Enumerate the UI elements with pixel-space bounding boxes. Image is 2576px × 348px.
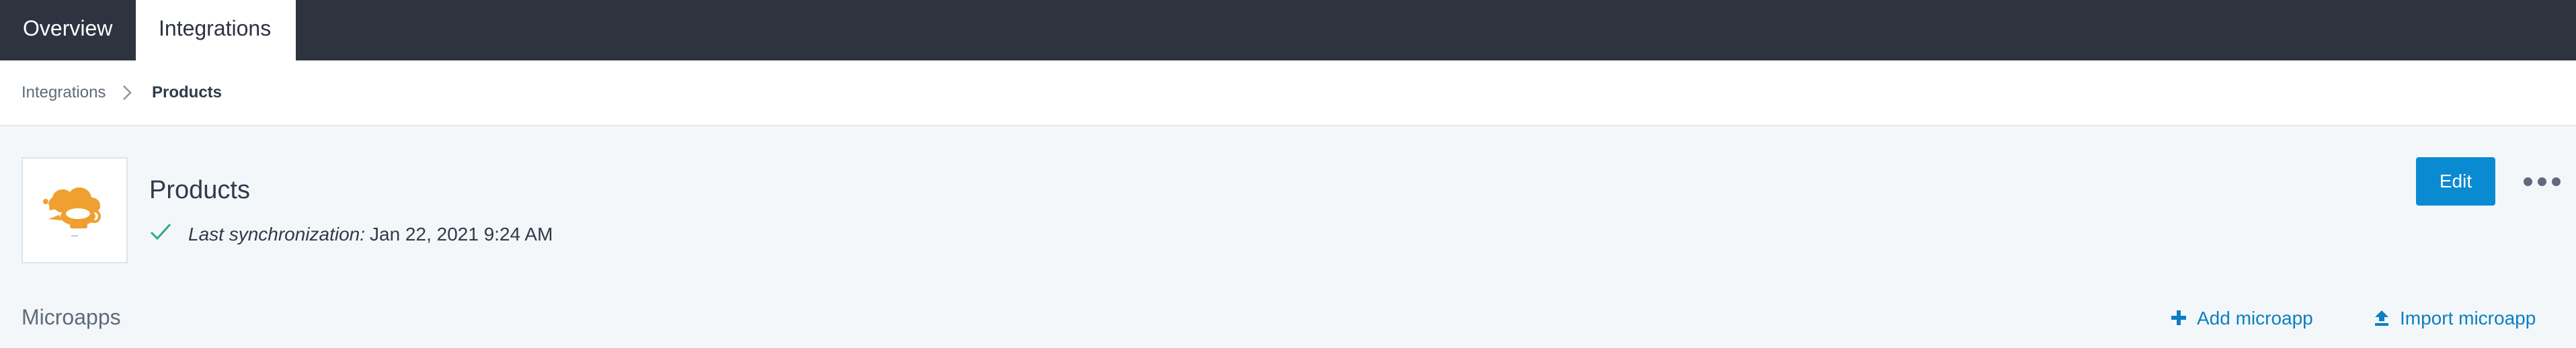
- chevron-right-icon: [123, 85, 132, 100]
- breadcrumb-current: Products: [152, 83, 223, 101]
- tab-overview[interactable]: Overview: [0, 0, 136, 60]
- more-dot: [2538, 177, 2546, 186]
- products-logo-graphic: [43, 187, 101, 236]
- plus-icon: [2171, 310, 2186, 325]
- more-dot: [2552, 177, 2561, 186]
- products-app-icon: [22, 157, 128, 263]
- edit-button[interactable]: Edit: [2416, 157, 2495, 206]
- breadcrumb-link-integrations[interactable]: Integrations: [22, 83, 106, 102]
- microapps-section-title: Microapps: [22, 305, 121, 329]
- page-title: Products: [149, 176, 250, 204]
- sync-timestamp: Jan 22, 2021 9:24 AM: [370, 224, 553, 245]
- check-icon: [150, 223, 171, 241]
- top-navigation: Overview Integrations: [0, 0, 2576, 60]
- more-dot: [2524, 177, 2532, 186]
- breadcrumb: Integrations Products: [0, 60, 2576, 126]
- tab-integrations[interactable]: Integrations: [136, 0, 296, 60]
- sync-label: Last synchronization:: [188, 224, 366, 245]
- upload-icon: [2375, 310, 2388, 326]
- add-microapp-label: Add microapp: [2197, 308, 2313, 329]
- import-microapp-label: Import microapp: [2400, 308, 2536, 329]
- more-options-icon[interactable]: [2524, 172, 2561, 192]
